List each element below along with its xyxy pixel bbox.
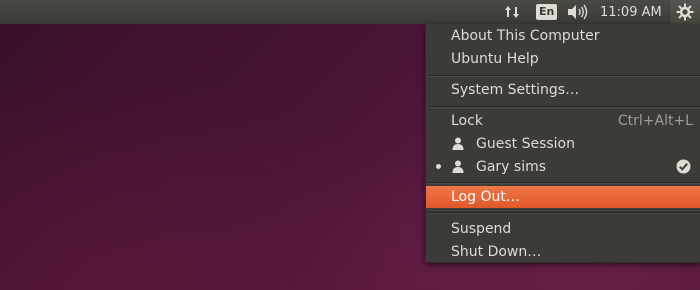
menu-separator (427, 182, 700, 184)
lock-shortcut: Ctrl+Alt+L (617, 112, 693, 129)
menu-item-guest-session[interactable]: Guest Session (426, 132, 700, 155)
menu-item-shut-down[interactable]: Shut Down… (426, 240, 700, 263)
menu-item-label: Ubuntu Help (451, 50, 539, 67)
menu-item-about[interactable]: About This Computer (426, 24, 700, 47)
keyboard-layout-indicator[interactable]: En (536, 0, 558, 24)
menu-item-lock[interactable]: Lock Ctrl+Alt+L (426, 109, 700, 132)
menu-item-label: Gary sims (476, 158, 547, 175)
menu-item-label: Shut Down… (451, 243, 542, 260)
menu-item-system-settings[interactable]: System Settings… (426, 78, 700, 101)
session-menu: About This Computer Ubuntu Help System S… (425, 24, 700, 263)
menu-item-log-out[interactable]: Log Out… (426, 186, 700, 208)
gear-icon[interactable] (670, 0, 700, 24)
person-icon (452, 137, 464, 154)
menu-separator (427, 75, 700, 77)
active-user-bullet-icon (436, 164, 441, 169)
checkmark-icon (676, 159, 691, 178)
menu-item-label: Suspend (451, 220, 512, 237)
menu-item-help[interactable]: Ubuntu Help (426, 47, 700, 70)
menu-item-label: Log Out… (451, 189, 520, 205)
network-transfer-icon[interactable] (504, 0, 522, 24)
menu-item-label: Guest Session (476, 135, 575, 152)
menu-item-suspend[interactable]: Suspend (426, 217, 700, 240)
menu-item-label: Lock (451, 112, 483, 129)
menu-item-user-gary-sims[interactable]: Gary sims (426, 155, 700, 178)
menu-item-label: System Settings… (451, 81, 580, 98)
top-panel: En 11:09 AM (0, 0, 700, 24)
menu-separator (427, 212, 700, 214)
keyboard-layout-label: En (536, 4, 558, 20)
person-icon (452, 160, 464, 177)
clock[interactable]: 11:09 AM (600, 0, 662, 24)
menu-separator (427, 106, 700, 108)
menu-item-label: About This Computer (451, 27, 600, 44)
volume-icon[interactable] (567, 0, 589, 24)
